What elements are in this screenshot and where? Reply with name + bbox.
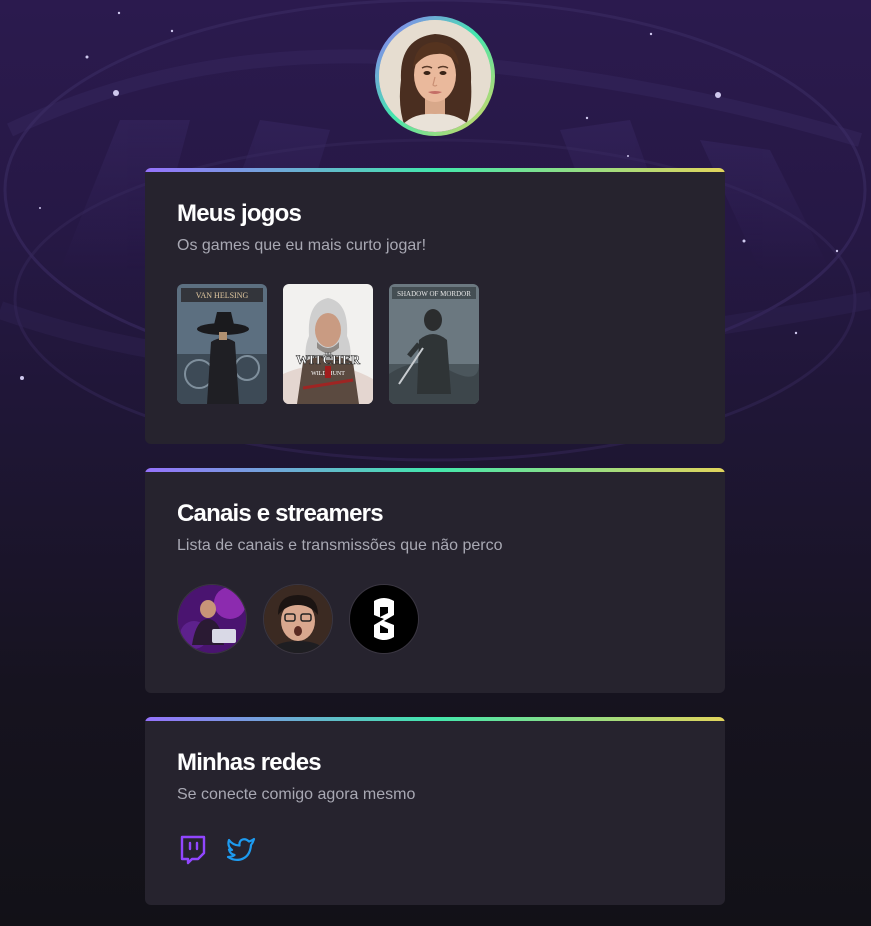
games-card-subtitle: Os games que eu mais curto jogar!	[177, 237, 427, 254]
game-cover-title: VAN HELSING	[196, 291, 249, 300]
socials-card: Minhas redes Se conecte comigo agora mes…	[145, 717, 725, 905]
channels-list	[177, 584, 419, 654]
social-links	[177, 833, 257, 865]
game-cover-witcher-3[interactable]: THE WITCHER WILD HUNT	[283, 284, 373, 404]
games-list: VAN HELSING THE WITCHER WILD HUNT SHADOW…	[177, 284, 479, 404]
games-card: Meus jogos Os games que eu mais curto jo…	[145, 168, 725, 444]
channels-card-subtitle: Lista de canais e transmissões que não p…	[177, 537, 503, 554]
channel-avatar-3[interactable]	[349, 584, 419, 654]
avatar-image	[379, 20, 491, 132]
game-cover-title: WITCHER	[296, 352, 361, 367]
channel-avatar-2[interactable]	[263, 584, 333, 654]
twitch-link[interactable]	[177, 833, 209, 865]
twitch-icon	[180, 835, 206, 865]
game-cover-shadow-of-mordor[interactable]: SHADOW OF MORDOR	[389, 284, 479, 404]
twitter-icon	[226, 837, 256, 862]
profile-avatar-ring	[375, 16, 495, 136]
game-cover-van-helsing[interactable]: VAN HELSING	[177, 284, 267, 404]
socials-card-subtitle: Se conecte comigo agora mesmo	[177, 786, 416, 803]
socials-card-title: Minhas redes	[177, 749, 322, 776]
games-card-title: Meus jogos	[177, 200, 302, 227]
game-cover-title: SHADOW OF MORDOR	[397, 290, 471, 298]
twitter-link[interactable]	[225, 833, 257, 865]
profile-avatar	[379, 20, 491, 132]
channels-card-title: Canais e streamers	[177, 500, 384, 527]
channel-avatar-1[interactable]	[177, 584, 247, 654]
channels-card: Canais e streamers Lista de canais e tra…	[145, 468, 725, 693]
